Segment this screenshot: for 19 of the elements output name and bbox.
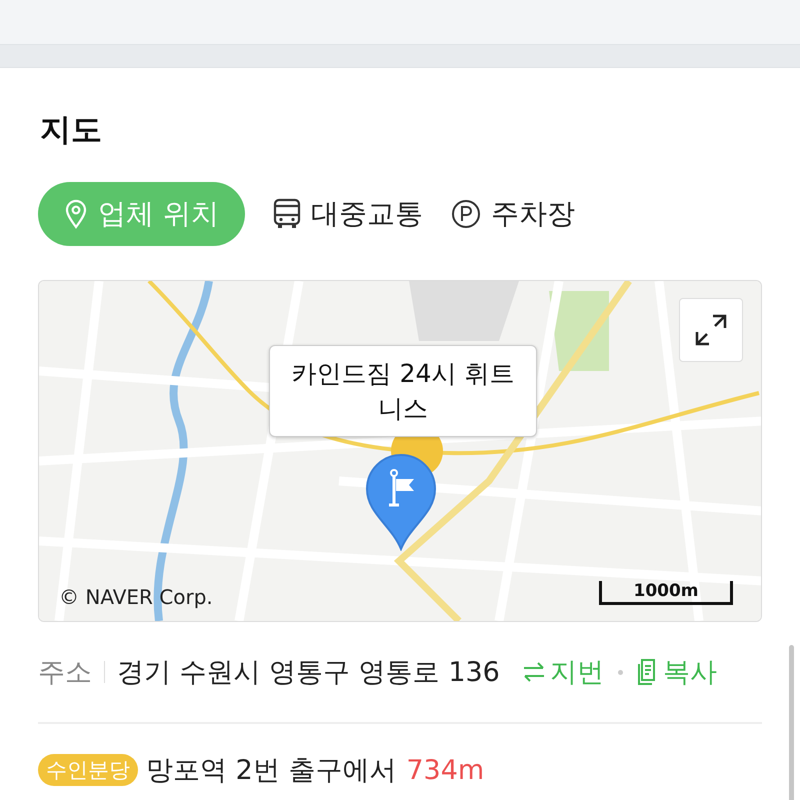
expand-icon [693,312,729,348]
expand-button[interactable] [679,298,743,362]
copyright-text: © NAVER Corp. [59,585,213,609]
parking-icon [450,199,481,229]
swap-arrows-icon [522,661,546,683]
bus-icon [272,198,301,230]
address-label: 주소 [38,656,92,690]
distance-text: 734m [406,754,484,786]
map-marker-icon [365,453,437,551]
address-text: 경기 수원시 영통구 영통로 136 [117,656,500,690]
map-tab[interactable]: 대중교통 [272,182,423,246]
subway-line-badge: 수인분당 [38,754,138,786]
map-tab[interactable]: 주차장 [450,182,575,246]
place-label: 카인드짐 24시 휘트니스 [269,345,537,437]
scale-bar: 1000m [599,581,733,605]
section-title: 지도 [40,111,103,150]
station-exit-text: 망포역 2번 출구에서 [146,754,396,788]
location-pin-icon [64,199,88,229]
map[interactable]: 카인드짐 24시 휘트니스 © NAVER Corp. 1000m [38,280,762,622]
